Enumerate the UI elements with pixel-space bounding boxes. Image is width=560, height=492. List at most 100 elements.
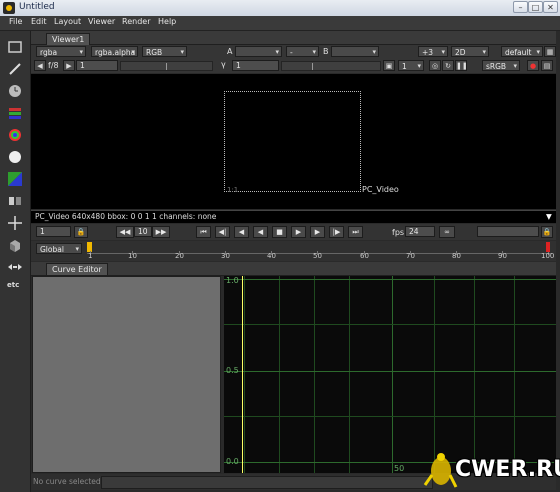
watermark-text: CWER.RU [455, 457, 560, 482]
timeline[interactable]: Global 1 10 20 30 40 50 60 70 80 90 100 [31, 241, 556, 261]
timeline-tick-1: 1 [88, 252, 93, 260]
clip-warning-icon[interactable]: ● [527, 60, 539, 71]
roi-icon[interactable]: ▣ [383, 60, 395, 71]
playback-range-field[interactable] [477, 226, 539, 237]
time-tool-icon[interactable] [7, 83, 23, 99]
step-field[interactable]: 10 [134, 226, 152, 237]
draw-tool-icon[interactable] [7, 61, 23, 77]
menu-help[interactable]: Help [158, 17, 176, 26]
timeline-tick-40: 40 [267, 252, 276, 260]
curve-list-panel[interactable] [32, 276, 221, 473]
curve-playhead[interactable] [242, 276, 243, 473]
first-frame-icon[interactable]: ⏮ [196, 226, 211, 238]
play-backward-icon[interactable]: ◀ [253, 226, 268, 238]
viewer-controls-row2: ◀ f/8 ▶ 1 γ 1 ▣ 1 ◎ ↻ ❚❚ sRGB ● ▤ [31, 59, 556, 73]
minimize-button[interactable]: – [513, 1, 528, 13]
menu-render[interactable]: Render [122, 17, 150, 26]
format-ratio-label: 1:1 [227, 186, 239, 194]
fstop-label: f/8 [48, 61, 59, 70]
current-frame-field[interactable]: 1 [36, 226, 71, 237]
gain-slider[interactable] [120, 61, 213, 71]
play-forward-icon[interactable]: ▶ [291, 226, 306, 238]
zoom-dropdown[interactable]: +3 [418, 46, 448, 58]
curve-status-text: No curve selected [33, 477, 101, 486]
fstop-decrease-icon[interactable]: ◀ [34, 60, 46, 71]
menu-viewer[interactable]: Viewer [88, 17, 115, 26]
colorspace-dropdown[interactable]: sRGB [482, 60, 520, 72]
fstop-increase-icon[interactable]: ▶ [63, 60, 75, 71]
settings-icon[interactable]: ▦ [544, 46, 556, 57]
layout-dropdown[interactable]: default [501, 46, 543, 58]
step-back-icon[interactable]: ◀◀ [116, 226, 134, 238]
timeline-tick-80: 80 [452, 252, 461, 260]
viewer-tabstrip: Viewer1 [31, 31, 556, 45]
color-tool-icon[interactable] [7, 127, 23, 143]
gamma-field[interactable]: 1 [232, 60, 279, 71]
refresh-icon[interactable]: ↻ [442, 60, 454, 71]
range-lock-icon[interactable]: 🔒 [541, 226, 553, 238]
pause-icon[interactable]: ❚❚ [455, 60, 468, 71]
menu-file[interactable]: File [9, 17, 22, 26]
keyer-tool-icon[interactable] [7, 171, 23, 187]
gamma-slider[interactable] [281, 61, 381, 71]
input-b-label: B [323, 47, 329, 56]
node-name-label: PC_Video [362, 185, 399, 194]
input-b-dropdown[interactable] [331, 46, 379, 58]
3d-tool-icon[interactable] [7, 237, 23, 253]
wipe-icon[interactable]: ◎ [429, 60, 441, 71]
gain-field[interactable]: 1 [76, 60, 118, 71]
prev-keyframe-icon[interactable]: ◀| [215, 226, 230, 238]
end-frame-marker[interactable] [546, 242, 550, 252]
input-operation-dropdown[interactable]: - [286, 46, 319, 58]
scope-dropdown[interactable]: Global [36, 243, 82, 255]
timeline-tick-70: 70 [406, 252, 415, 260]
timeline-tick-30: 30 [221, 252, 230, 260]
tab-viewer1[interactable]: Viewer1 [46, 33, 91, 45]
viewer-status-bar: PC_Video 640x480 bbox: 0 0 1 1 channels:… [31, 210, 556, 223]
proxy-dropdown[interactable]: 1 [398, 60, 424, 72]
step-forward-icon[interactable]: ▶▶ [152, 226, 170, 238]
status-expand-icon[interactable]: ▼ [546, 211, 552, 223]
next-frame-icon[interactable]: ▶ [310, 226, 325, 238]
viewer-controls-row1: rgba rgba.alpha RGB A - B +3 2D default … [31, 45, 556, 59]
filter-tool-icon[interactable] [7, 149, 23, 165]
viewer-status-text: PC_Video 640x480 bbox: 0 0 1 1 channels:… [35, 212, 217, 221]
y-label-0-5: 0.5 [226, 366, 239, 375]
transform-tool-icon[interactable] [7, 215, 23, 231]
view-mode-dropdown[interactable]: 2D [451, 46, 489, 58]
alpha-channel-dropdown[interactable]: rgba.alpha [91, 46, 138, 58]
timeline-tick-20: 20 [175, 252, 184, 260]
timeline-tick-100: 100 [541, 252, 555, 260]
stripes-icon[interactable]: ▤ [541, 60, 553, 71]
curve-editor-tabstrip: Curve Editor [31, 262, 556, 276]
fps-label: fps [392, 228, 405, 237]
views-tool-icon[interactable] [7, 259, 23, 275]
gamma-label: γ [221, 60, 226, 69]
channel-tool-icon[interactable] [7, 105, 23, 121]
close-button[interactable]: ✕ [543, 1, 558, 13]
input-a-dropdown[interactable] [235, 46, 282, 58]
merge-tool-icon[interactable] [7, 193, 23, 209]
timeline-tick-10: 10 [128, 252, 137, 260]
other-tool-icon[interactable]: etc [7, 281, 23, 297]
next-keyframe-icon[interactable]: |▶ [329, 226, 344, 238]
stop-icon[interactable]: ■ [272, 226, 287, 238]
image-tool-icon[interactable] [7, 39, 23, 55]
expression-field[interactable] [101, 476, 433, 489]
maximize-button[interactable]: □ [528, 1, 543, 13]
timeline-tick-50: 50 [313, 252, 322, 260]
menu-edit[interactable]: Edit [31, 17, 47, 26]
loop-icon[interactable]: ∞ [439, 226, 455, 238]
last-frame-icon[interactable]: ⏭ [348, 226, 363, 238]
channels-dropdown[interactable]: rgba [36, 46, 86, 58]
lock-icon[interactable]: 🔒 [74, 226, 88, 238]
display-channels-dropdown[interactable]: RGB [142, 46, 187, 58]
curve-graph[interactable]: 1.0 0.5 0.0 50 [224, 276, 556, 473]
input-a-label: A [227, 47, 233, 56]
prev-frame-icon[interactable]: ◀ [234, 226, 249, 238]
menu-layout[interactable]: Layout [54, 17, 81, 26]
app-logo-icon [3, 2, 15, 14]
tab-curve-editor[interactable]: Curve Editor [46, 263, 108, 275]
fps-field[interactable]: 24 [405, 226, 435, 237]
node-toolbar: etc [0, 31, 31, 492]
